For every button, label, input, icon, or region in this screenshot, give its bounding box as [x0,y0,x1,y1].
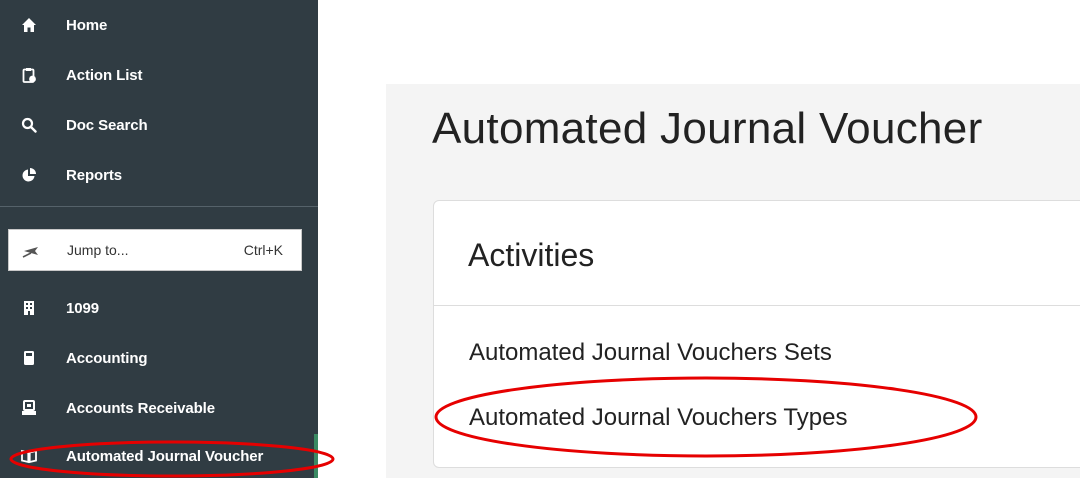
sidebar-item-accounting[interactable]: Accounting [0,333,318,383]
jump-to-input[interactable]: Jump to... Ctrl+K [8,229,302,271]
sidebar-item-label: Home [66,16,108,34]
calculator-icon [21,350,37,366]
plane-icon [22,242,40,260]
sidebar-item-doc-search[interactable]: Doc Search [0,100,318,150]
sidebar-item-home[interactable]: Home [0,0,318,50]
jump-to-placeholder: Jump to... [67,242,129,258]
home-icon [21,17,37,33]
sidebar: Home Action List Doc Search Reports Jump… [0,0,318,478]
sidebar-item-label: Accounting [66,349,148,367]
sidebar-item-label: 1099 [66,299,99,317]
page-title: Automated Journal Voucher [432,104,983,153]
pie-chart-icon [21,167,37,183]
sidebar-item-accounts-receivable[interactable]: Accounts Receivable [0,383,318,433]
sidebar-item-reports[interactable]: Reports [0,150,318,200]
sidebar-item-label: Action List [66,66,143,84]
sidebar-divider [0,206,318,207]
cash-register-icon [21,400,37,416]
sidebar-item-label: Doc Search [66,116,148,134]
keyboard-shortcut-hint: Ctrl+K [243,242,283,258]
clipboard-icon [21,67,37,83]
building-icon [21,300,37,316]
activities-card: Activities Automated Journal Vouchers Se… [433,200,1080,468]
card-title: Activities [468,237,595,273]
open-book-icon [21,448,37,464]
sidebar-item-action-list[interactable]: Action List [0,50,318,100]
sidebar-item-label: Accounts Receivable [66,399,215,417]
activity-link-types[interactable]: Automated Journal Vouchers Types [469,404,847,432]
activity-link-sets[interactable]: Automated Journal Vouchers Sets [469,339,832,367]
sidebar-item-label: Reports [66,166,122,184]
sidebar-item-label: Automated Journal Voucher [66,447,264,465]
card-divider [434,305,1080,306]
sidebar-item-1099[interactable]: 1099 [0,283,318,333]
active-item-indicator [314,434,318,478]
search-icon [21,117,37,133]
sidebar-item-automated-journal-voucher[interactable]: Automated Journal Voucher [0,434,318,478]
